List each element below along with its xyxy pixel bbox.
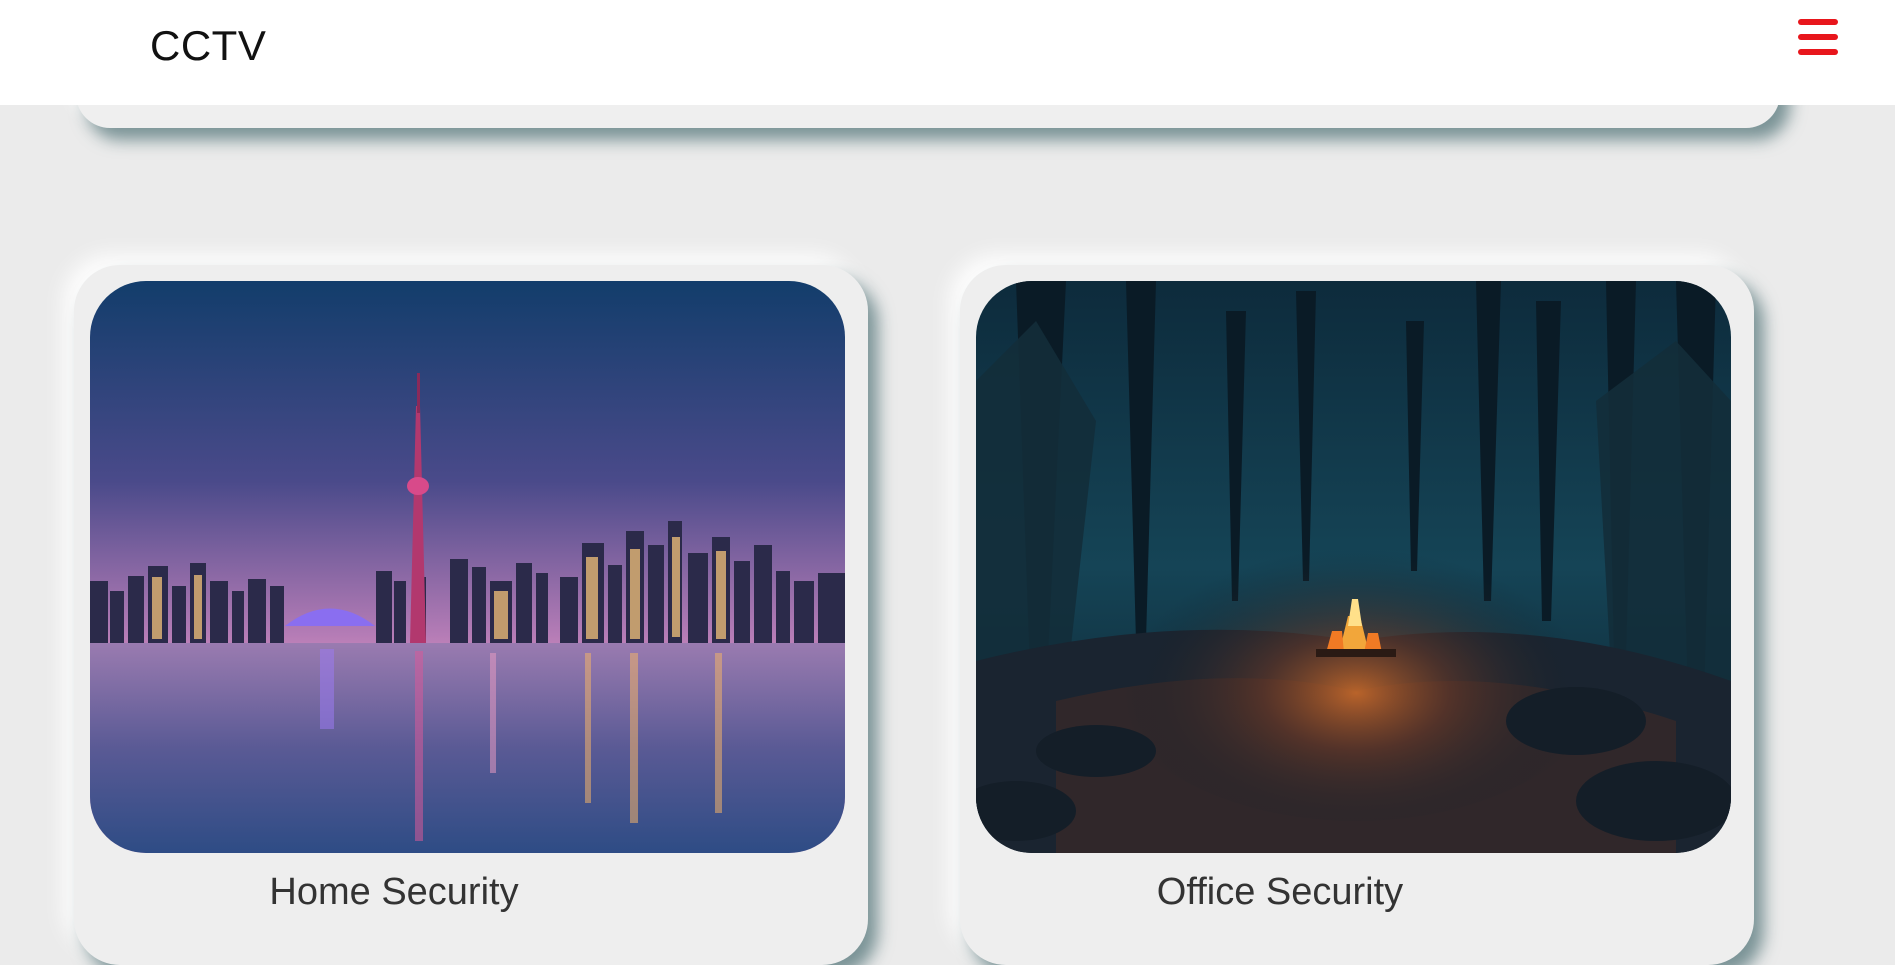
menu-bar-line xyxy=(1798,49,1838,55)
menu-bar-line xyxy=(1798,34,1838,40)
navbar: CCTV xyxy=(0,0,1895,105)
card-office-security[interactable]: Office Security xyxy=(960,265,1754,965)
hamburger-menu-icon[interactable] xyxy=(1796,16,1840,58)
card-image-night-forest xyxy=(976,281,1731,853)
card-title[interactable]: Office Security xyxy=(960,871,1600,914)
card-title[interactable]: Home Security xyxy=(74,871,714,914)
card-image-city-skyline xyxy=(90,281,845,853)
card-home-security[interactable]: Home Security xyxy=(74,265,868,965)
menu-bar-line xyxy=(1798,19,1838,25)
brand-logo-text[interactable]: CCTV xyxy=(150,22,266,70)
